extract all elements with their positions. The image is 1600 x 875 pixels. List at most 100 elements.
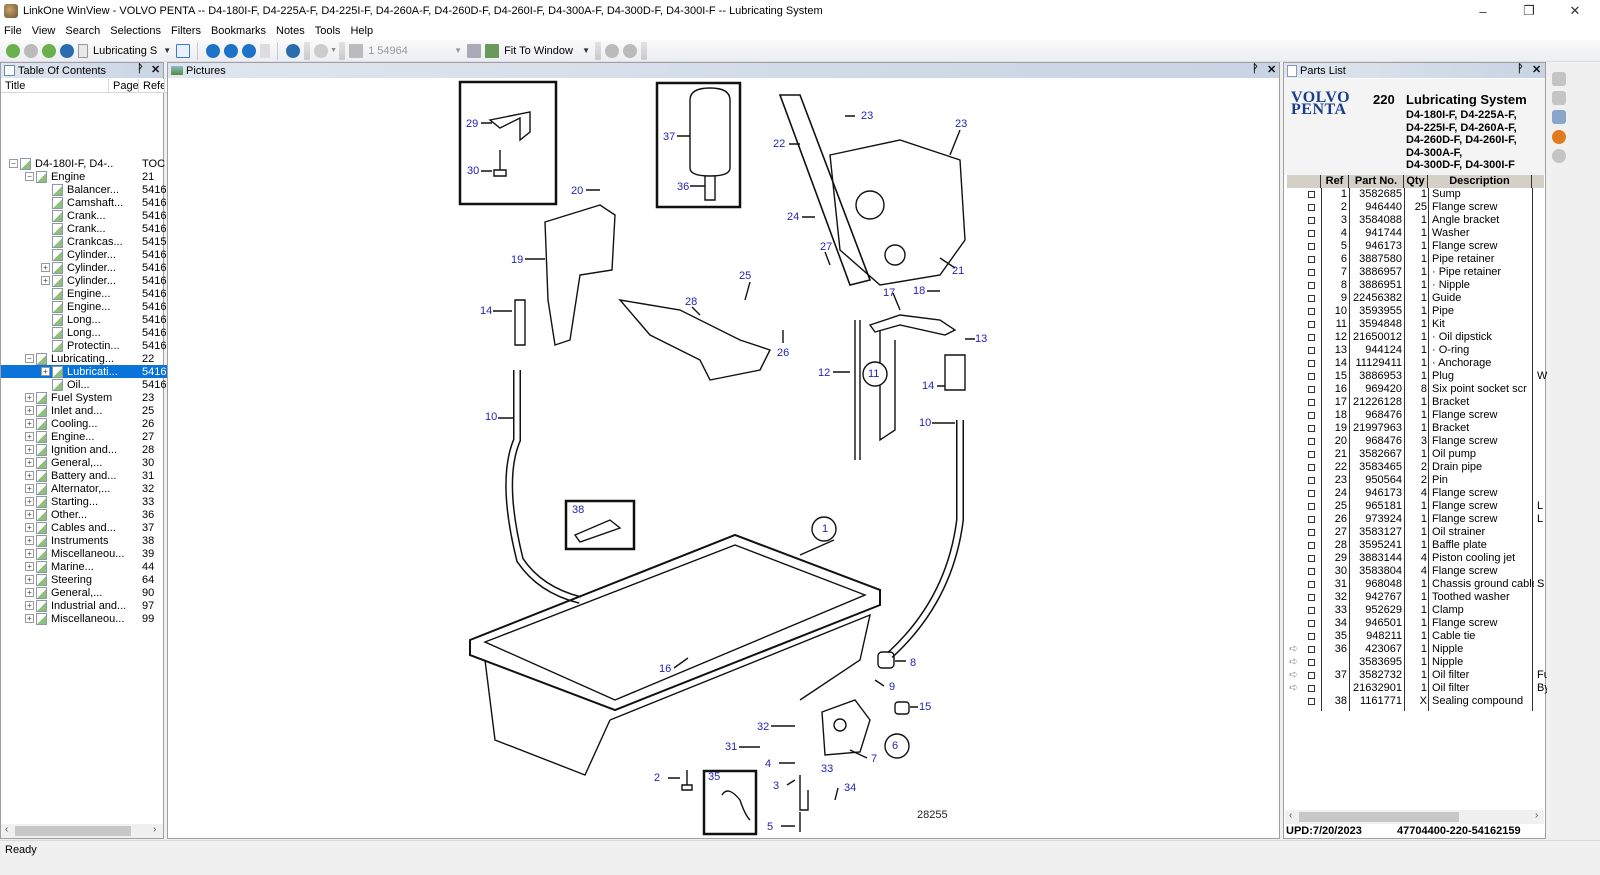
parts-row[interactable]: 7 3886957 1 · Pipe retainer: [1287, 266, 1547, 279]
callout-label[interactable]: 23: [861, 110, 873, 122]
callout-label[interactable]: 21: [952, 265, 964, 277]
callout-label[interactable]: 30: [467, 165, 479, 177]
parts-row[interactable]: ➪ 21632901 1 Oil filter By: [1287, 682, 1547, 695]
select-checkbox[interactable]: [1308, 347, 1315, 354]
parts-row[interactable]: 15 3886953 1 Plug W: [1287, 370, 1547, 383]
add-to-selection-icon[interactable]: [1552, 72, 1566, 86]
parts-row[interactable]: 13 944124 1 · O-ring: [1287, 344, 1547, 357]
callout-label[interactable]: 20: [571, 185, 583, 197]
callout-label[interactable]: 12: [818, 367, 830, 379]
parts-row[interactable]: 28 3595241 1 Baffle plate: [1287, 539, 1547, 552]
select-checkbox[interactable]: [1308, 464, 1315, 471]
select-checkbox[interactable]: [1308, 204, 1315, 211]
select-checkbox[interactable]: [1308, 698, 1315, 705]
select-checkbox[interactable]: [1308, 412, 1315, 419]
callout-label[interactable]: 17: [883, 287, 895, 299]
select-checkbox[interactable]: [1308, 373, 1315, 380]
parts-row[interactable]: 17 21226128 1 Bracket: [1287, 396, 1547, 409]
parts-row[interactable]: 22 3583465 2 Drain pipe: [1287, 461, 1547, 474]
parts-row[interactable]: 20 968476 3 Flange screw: [1287, 435, 1547, 448]
callout-label[interactable]: 19: [511, 254, 523, 266]
cart-icon[interactable]: [1552, 110, 1566, 124]
callout-label[interactable]: 14: [922, 380, 934, 392]
pin-icon[interactable]: ᚹ: [1517, 63, 1524, 75]
select-checkbox[interactable]: [1308, 438, 1315, 445]
parts-row[interactable]: 24 946173 4 Flange screw: [1287, 487, 1547, 500]
parts-row[interactable]: 27 3583127 1 Oil strainer: [1287, 526, 1547, 539]
parts-row[interactable]: 3 3584088 1 Angle bracket: [1287, 214, 1547, 227]
select-checkbox[interactable]: [1308, 607, 1315, 614]
select-checkbox[interactable]: [1308, 360, 1315, 367]
callout-label[interactable]: 36: [677, 181, 689, 193]
select-checkbox[interactable]: [1308, 568, 1315, 575]
callout-label[interactable]: 9: [889, 681, 895, 693]
callout-label[interactable]: 25: [739, 270, 751, 282]
callout-label[interactable]: 34: [844, 782, 856, 794]
select-checkbox[interactable]: [1308, 490, 1315, 497]
select-checkbox[interactable]: [1308, 659, 1315, 666]
select-checkbox[interactable]: [1308, 386, 1315, 393]
parts-row[interactable]: 23 950564 2 Pin: [1287, 474, 1547, 487]
column-ref[interactable]: Ref: [1321, 175, 1349, 188]
callout-label[interactable]: 4: [765, 758, 771, 770]
parts-row[interactable]: 10 3593955 1 Pipe: [1287, 305, 1547, 318]
callout-label[interactable]: 18: [913, 285, 925, 297]
callout-label[interactable]: 29: [466, 118, 478, 130]
select-checkbox[interactable]: [1308, 308, 1315, 315]
parts-row[interactable]: 6 3887580 1 Pipe retainer: [1287, 253, 1547, 266]
remove-selection-icon[interactable]: [1552, 91, 1566, 105]
select-checkbox[interactable]: [1308, 646, 1315, 653]
scroll-thumb[interactable]: [1299, 812, 1459, 822]
parts-row[interactable]: 30 3583804 4 Flange screw: [1287, 565, 1547, 578]
select-checkbox[interactable]: [1308, 477, 1315, 484]
parts-row[interactable]: 38 1161771 X Sealing compound: [1287, 695, 1547, 708]
select-checkbox[interactable]: [1308, 451, 1315, 458]
parts-row[interactable]: 5 946173 1 Flange screw: [1287, 240, 1547, 253]
select-checkbox[interactable]: [1308, 230, 1315, 237]
callout-label[interactable]: 11: [868, 368, 879, 380]
column-part-no[interactable]: Part No.: [1349, 175, 1404, 188]
callout-label[interactable]: 14: [480, 305, 492, 317]
column-qty[interactable]: Qty: [1404, 175, 1428, 188]
select-checkbox[interactable]: [1308, 295, 1315, 302]
callout-label[interactable]: 23: [955, 118, 967, 130]
select-checkbox[interactable]: [1308, 503, 1315, 510]
callout-label[interactable]: 26: [777, 347, 789, 359]
callout-label[interactable]: 7: [871, 753, 877, 765]
parts-row[interactable]: 9 22456382 1 Guide: [1287, 292, 1547, 305]
parts-row[interactable]: 8 3886951 1 · Nipple: [1287, 279, 1547, 292]
parts-row[interactable]: 4 941744 1 Washer: [1287, 227, 1547, 240]
select-checkbox[interactable]: [1308, 633, 1315, 640]
select-checkbox[interactable]: [1308, 555, 1315, 562]
scroll-right-icon[interactable]: ›: [1535, 810, 1538, 821]
parts-row[interactable]: 19 21997963 1 Bracket: [1287, 422, 1547, 435]
parts-row[interactable]: 26 973924 1 Flange screw L: [1287, 513, 1547, 526]
parts-row[interactable]: ➪ 37 3582732 1 Oil filter Fu: [1287, 669, 1547, 682]
select-checkbox[interactable]: [1308, 594, 1315, 601]
scroll-left-icon[interactable]: ‹: [1289, 810, 1292, 821]
parts-row[interactable]: 18 968476 1 Flange screw: [1287, 409, 1547, 422]
callout-label[interactable]: 15: [919, 701, 931, 713]
select-checkbox[interactable]: [1308, 217, 1315, 224]
select-checkbox[interactable]: [1308, 529, 1315, 536]
column-description[interactable]: Description: [1428, 175, 1532, 188]
select-checkbox[interactable]: [1308, 685, 1315, 692]
callout-label[interactable]: 35: [708, 771, 720, 783]
parts-row[interactable]: 11 3594848 1 Kit: [1287, 318, 1547, 331]
callout-label[interactable]: 8: [910, 657, 916, 669]
select-checkbox[interactable]: [1308, 581, 1315, 588]
details-icon[interactable]: [1552, 149, 1566, 163]
parts-row[interactable]: 31 968048 1 Chassis ground cable S: [1287, 578, 1547, 591]
parts-row[interactable]: 32 942767 1 Toothed washer: [1287, 591, 1547, 604]
select-checkbox[interactable]: [1308, 269, 1315, 276]
select-checkbox[interactable]: [1308, 425, 1315, 432]
callout-label[interactable]: 31: [725, 741, 737, 753]
parts-row[interactable]: 2 946440 25 Flange screw: [1287, 201, 1547, 214]
callout-label[interactable]: 10: [485, 411, 497, 423]
parts-row[interactable]: ➪ 36 423067 1 Nipple: [1287, 643, 1547, 656]
select-checkbox[interactable]: [1308, 542, 1315, 549]
parts-row[interactable]: 25 965181 1 Flange screw L: [1287, 500, 1547, 513]
select-checkbox[interactable]: [1308, 321, 1315, 328]
callout-label[interactable]: 28: [685, 296, 697, 308]
callout-label[interactable]: 24: [787, 211, 799, 223]
